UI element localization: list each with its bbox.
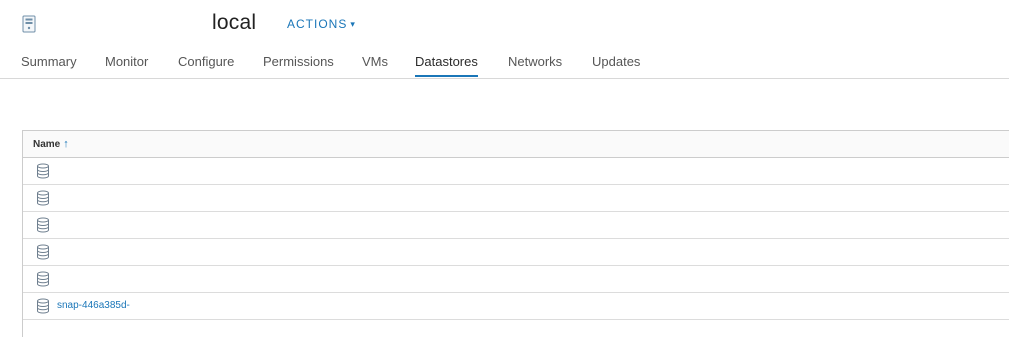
table-row[interactable]: [23, 158, 1009, 185]
column-header-name[interactable]: Name ↑: [33, 138, 69, 150]
grid-header: Name ↑: [23, 131, 1009, 158]
host-icon: [22, 15, 36, 33]
host-name: local: [212, 11, 257, 34]
tab-networks[interactable]: Networks: [508, 54, 562, 76]
actions-menu-button[interactable]: ACTIONS ▾: [287, 17, 356, 31]
datastore-icon: [37, 244, 49, 260]
tab-permissions[interactable]: Permissions: [263, 54, 334, 76]
tab-bar: Summary Monitor Configure Permissions VM…: [0, 48, 1009, 79]
tab-vms[interactable]: VMs: [362, 54, 388, 76]
sort-ascending-icon: ↑: [63, 138, 69, 150]
table-row[interactable]: [23, 266, 1009, 293]
table-row[interactable]: [23, 212, 1009, 239]
tab-updates[interactable]: Updates: [592, 54, 640, 76]
tab-datastores[interactable]: Datastores: [415, 54, 478, 77]
datastore-name-redaction: [53, 266, 177, 292]
table-row[interactable]: [23, 239, 1009, 266]
datastore-icon: [37, 163, 49, 179]
datastore-name-redaction: [53, 212, 177, 238]
datastores-grid: Name ↑ snap-446a385d-: [22, 130, 1009, 337]
datastore-name-link[interactable]: snap-446a385d-: [57, 300, 130, 311]
table-row[interactable]: [23, 185, 1009, 212]
table-row[interactable]: snap-446a385d-: [23, 293, 1009, 320]
object-header: local ACTIONS ▾: [0, 0, 1009, 48]
column-name-label: Name: [33, 139, 61, 150]
datastore-name-redaction: [53, 185, 177, 211]
datastore-name-redaction: [53, 239, 177, 265]
host-name-redaction: [42, 10, 210, 38]
tab-summary[interactable]: Summary: [21, 54, 77, 76]
actions-label: ACTIONS: [287, 17, 348, 31]
datastore-icon: [37, 271, 49, 287]
tab-configure[interactable]: Configure: [178, 54, 234, 76]
datastore-icon: [37, 217, 49, 233]
datastore-name-redaction: [53, 158, 177, 184]
datastore-icon: [37, 190, 49, 206]
datastore-icon: [37, 298, 49, 314]
chevron-down-icon: ▾: [350, 19, 356, 29]
tab-monitor[interactable]: Monitor: [105, 54, 148, 76]
